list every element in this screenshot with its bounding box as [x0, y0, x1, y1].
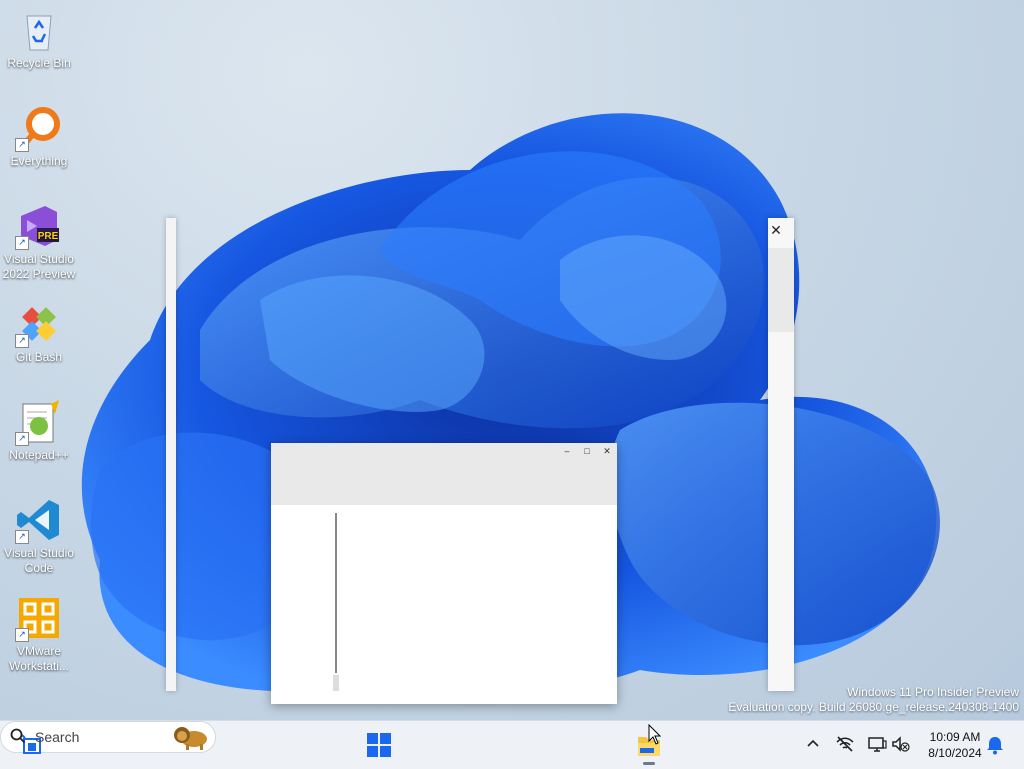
desktop-icon-git-bash[interactable]: ↗ Git Bash	[2, 300, 76, 365]
mouse-cursor-icon	[648, 724, 662, 745]
panel-header-area	[768, 248, 794, 332]
shortcut-arrow-icon: ↗	[15, 236, 29, 250]
watermark-line-2: Evaluation copy. Build 26080.ge_release.…	[728, 700, 1019, 714]
blank-app-window[interactable]: – □ ✕	[271, 443, 617, 704]
desktop-icon-label: Visual Studio 2022 Preview	[2, 252, 76, 281]
maximize-button[interactable]: □	[577, 445, 597, 457]
left-side-window[interactable]	[166, 218, 176, 691]
desktop-icon-label: Git Bash	[15, 350, 63, 364]
everything-search-icon: ↗	[15, 104, 63, 152]
desktop-icon-notepad-plus-plus[interactable]: ↗ Notepad++	[2, 398, 76, 463]
system-clock[interactable]: 10:09 AM 8/10/2024	[918, 729, 992, 761]
search-highlight-lion-icon	[174, 727, 207, 750]
git-bash-icon: ↗	[15, 300, 63, 348]
desktop-icon-everything[interactable]: ↗ Everything	[2, 104, 76, 169]
evaluation-watermark: Windows 11 Pro Insider Preview Evaluatio…	[728, 685, 1019, 715]
desktop-icon-vscode[interactable]: ↗ Visual Studio Code	[2, 496, 76, 576]
network-disconnected-icon[interactable]	[834, 733, 856, 755]
clock-time: 10:09 AM	[929, 730, 981, 744]
desktop-icon-recycle-bin[interactable]: Recycle Bin	[2, 6, 76, 71]
vscode-icon: ↗	[15, 496, 63, 544]
windows-logo-icon	[367, 733, 391, 757]
close-button[interactable]: ✕	[597, 445, 617, 457]
chevron-up-icon[interactable]	[802, 733, 824, 755]
taskbar: Search 10:09 AM 8/10/2024	[0, 720, 1024, 769]
desktop-icon-label: Everything	[10, 154, 68, 168]
minimize-button[interactable]: –	[557, 445, 577, 457]
search-icon	[10, 728, 26, 744]
right-side-window[interactable]: ✕	[768, 218, 794, 691]
start-button[interactable]	[362, 727, 396, 763]
desktop-icon-label: Visual Studio Code	[4, 546, 74, 575]
clock-date: 8/10/2024	[928, 746, 982, 760]
shortcut-arrow-icon: ↗	[15, 138, 29, 152]
desktop-icon-label: VMware Workstati...	[9, 644, 69, 673]
desktop: Recycle Bin ↗ Everything PRE ↗ Visual St…	[0, 0, 1024, 720]
desktop-icon-label: Notepad++	[9, 448, 69, 462]
recycle-bin-icon	[15, 6, 63, 54]
vmware-workstation-icon: ↗	[15, 594, 63, 642]
shortcut-arrow-icon: ↗	[15, 530, 29, 544]
notification-bell-icon[interactable]	[984, 734, 1006, 756]
shortcut-arrow-icon: ↗	[15, 628, 29, 642]
search-placeholder: Search	[35, 729, 80, 745]
notepad-plus-plus-icon: ↗	[15, 398, 63, 446]
desktop-icon-label: Recycle Bin	[7, 56, 71, 70]
display-icon[interactable]	[866, 733, 888, 755]
splitter-handle[interactable]	[333, 675, 339, 691]
shortcut-arrow-icon: ↗	[15, 334, 29, 348]
close-icon[interactable]: ✕	[768, 220, 784, 240]
desktop-icon-visual-studio-preview[interactable]: PRE ↗ Visual Studio 2022 Preview	[2, 202, 76, 282]
watermark-line-1: Windows 11 Pro Insider Preview	[847, 685, 1019, 699]
volume-muted-icon[interactable]	[890, 733, 912, 755]
running-indicator	[643, 762, 655, 765]
window-titlebar[interactable]: – □ ✕	[271, 443, 617, 505]
desktop-icon-vmware[interactable]: ↗ VMware Workstati...	[2, 594, 76, 674]
visual-studio-preview-icon: PRE ↗	[15, 202, 63, 250]
shortcut-arrow-icon: ↗	[15, 432, 29, 446]
svg-text:PRE: PRE	[38, 231, 59, 242]
pane-splitter[interactable]	[335, 513, 337, 673]
